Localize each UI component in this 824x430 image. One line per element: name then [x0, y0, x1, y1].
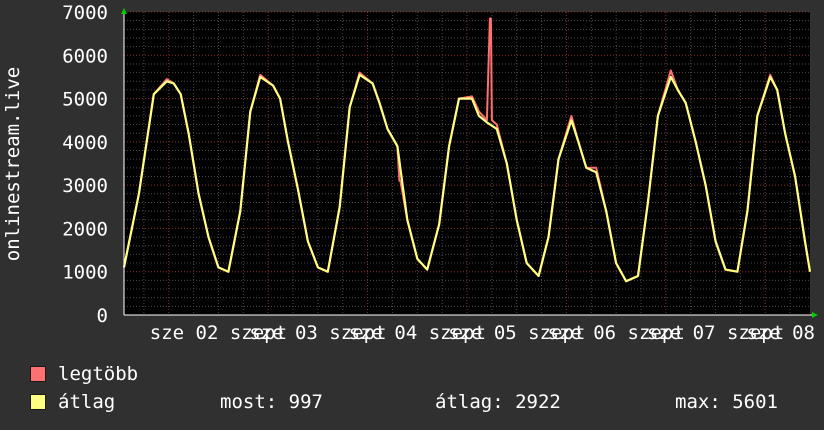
stat-current: most: 997: [220, 391, 323, 413]
y-tick-label: 7000: [62, 2, 108, 24]
x-tick-label: sze 08 szept: [746, 322, 824, 344]
y-tick-label: 1000: [62, 262, 108, 284]
y-tick-labels: 0 1000 2000 3000 4000 5000 6000 7000: [62, 2, 108, 327]
y-tick-label: 6000: [62, 45, 108, 67]
x-axis-arrow: [812, 312, 818, 318]
legend-label-avg: átlag: [58, 391, 116, 413]
y-tick-label: 5000: [62, 89, 108, 111]
legend-label-max: legtöbb: [58, 363, 139, 385]
y-tick-label: 0: [97, 305, 108, 327]
legend-swatch-max: [30, 366, 46, 382]
chart: 0 1000 2000 3000 4000 5000 6000 7000 sze 02 sze…: [2, 2, 824, 344]
stat-average: átlag: 2922: [435, 391, 561, 413]
legend-item-avg: átlag: [30, 391, 115, 413]
y-axis-label: onlinestream.live: [2, 67, 24, 261]
y-tick-label: 2000: [62, 218, 108, 240]
legend-item-max: legtöbb: [30, 363, 138, 385]
y-tick-label: 3000: [62, 175, 108, 197]
y-axis-arrow: [121, 8, 127, 14]
stat-max: max: 5601: [675, 391, 778, 413]
x-tick-labels: sze 02 szeptsze 03 szeptsze 04 szeptsze …: [150, 322, 824, 344]
y-tick-label: 4000: [62, 132, 108, 154]
legend-swatch-avg: [30, 394, 46, 410]
